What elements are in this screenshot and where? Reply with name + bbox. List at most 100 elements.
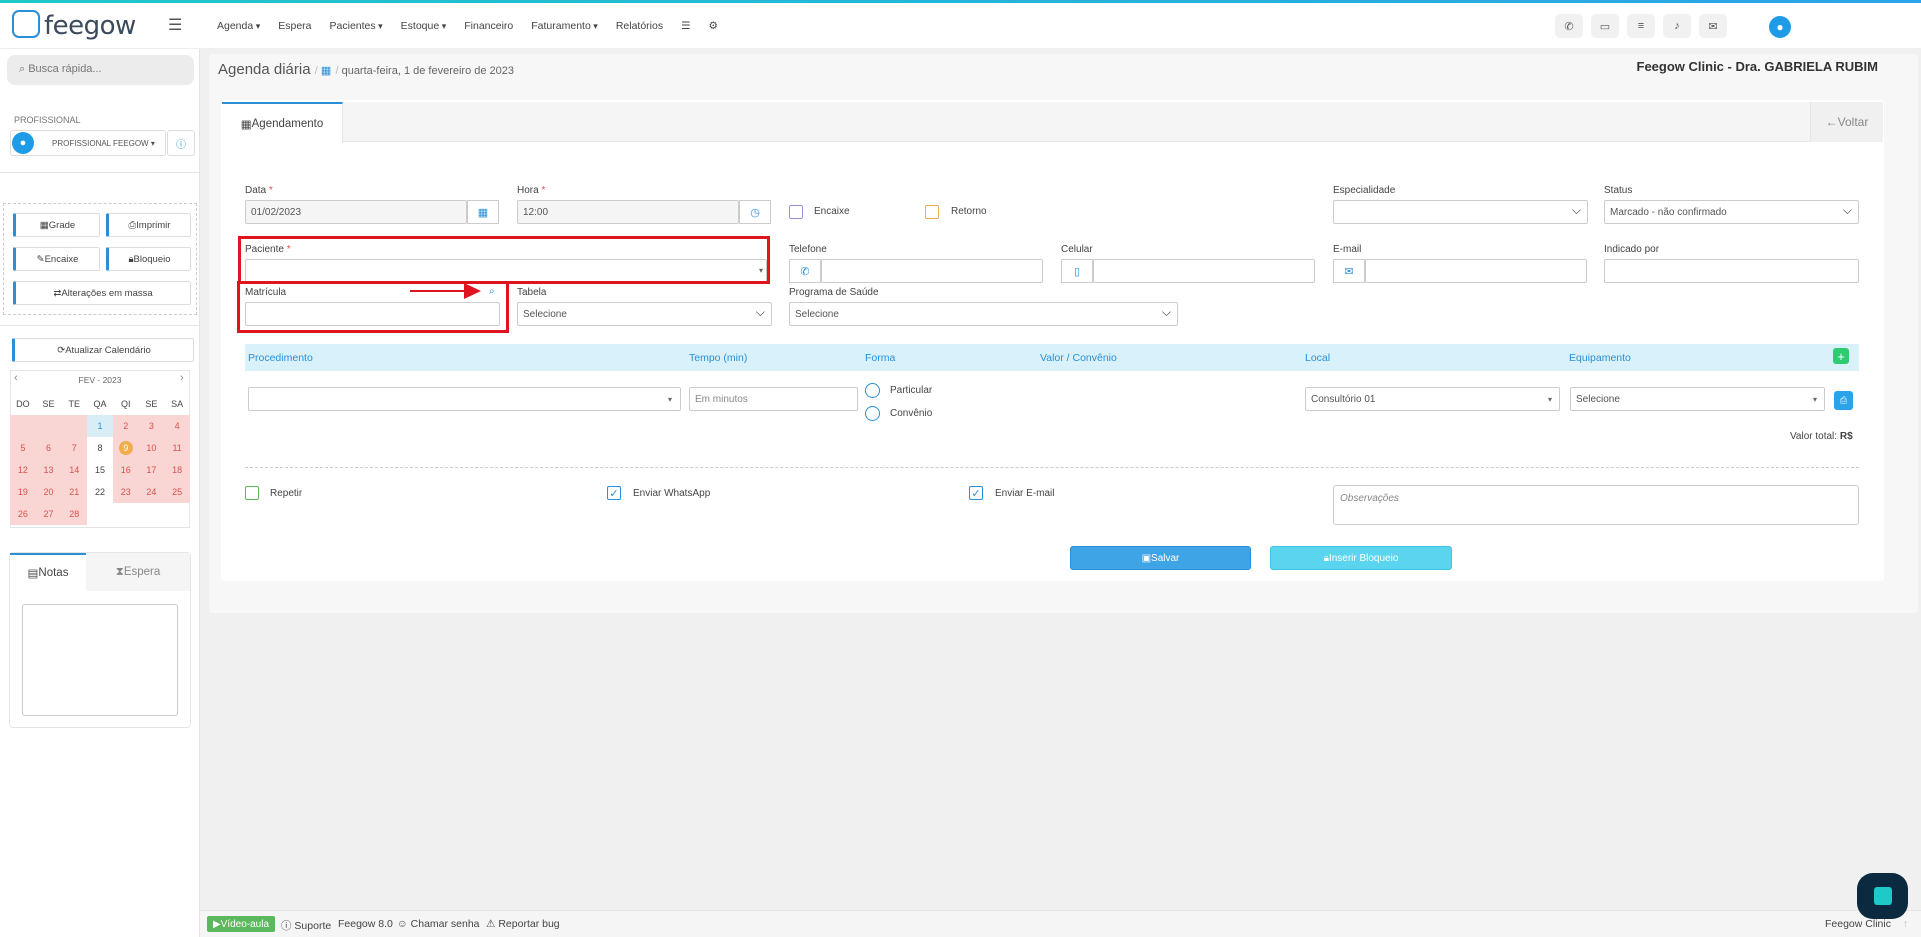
email-checkbox[interactable]: ✓	[969, 486, 983, 500]
status-select[interactable]: Marcado - não confirmado	[1604, 200, 1859, 224]
inserir-bloqueio-button[interactable]: 🔒︎ Inserir Bloqueio	[1270, 546, 1452, 570]
local-select[interactable]: Consultório 01	[1305, 387, 1560, 411]
celular-field[interactable]	[1093, 259, 1315, 283]
nav-faturamento[interactable]: Faturamento	[531, 20, 598, 32]
retorno-checkbox[interactable]	[925, 205, 939, 219]
observacoes-textarea[interactable]: Observações	[1333, 485, 1859, 525]
calendar-day[interactable]: 8	[87, 437, 113, 459]
brand-logo[interactable]: feegow	[12, 10, 136, 41]
calendar-dow: SE	[42, 399, 55, 409]
scroll-top-icon[interactable]: ↑	[1903, 918, 1908, 930]
arrow-left-icon: ←	[1825, 115, 1838, 129]
calendar-day[interactable]: 7	[61, 437, 88, 459]
bell-icon[interactable]: ♪	[1663, 14, 1691, 38]
calendar-day[interactable]: 10	[138, 437, 165, 459]
settings-icon[interactable]: ⚙	[709, 20, 718, 32]
calendar-icon[interactable]: ▦	[467, 200, 499, 224]
notes-textarea[interactable]	[22, 604, 178, 716]
convenio-radio[interactable]	[865, 406, 880, 421]
whatsapp-checkbox[interactable]: ✓	[607, 486, 621, 500]
hora-field[interactable]: 12:00	[517, 200, 739, 224]
particular-radio[interactable]	[865, 383, 880, 398]
data-field[interactable]: 01/02/2023	[245, 200, 467, 224]
nav-espera[interactable]: Espera	[278, 20, 311, 32]
alteracoes-massa-button[interactable]: ⇄ Alterações em massa	[13, 281, 191, 305]
encaixe-checkbox[interactable]	[789, 205, 803, 219]
calendar-day[interactable]: 16	[112, 459, 139, 481]
menu-toggle-icon[interactable]: ☰	[168, 15, 182, 35]
chamar-senha-link[interactable]: ☺ Chamar senha	[397, 918, 480, 930]
procedimento-select[interactable]	[248, 387, 681, 411]
chevron-down-icon: ▾	[668, 395, 673, 404]
equipamento-select[interactable]: Selecione	[1570, 387, 1825, 411]
nav-estoque[interactable]: Estoque	[401, 20, 447, 32]
reportar-bug-link[interactable]: ⚠ Reportar bug	[486, 918, 560, 930]
chat-icon[interactable]: ✉	[1699, 14, 1727, 38]
calendar-day[interactable]: 23	[112, 481, 139, 503]
calendar-day[interactable]: 6	[35, 437, 62, 459]
tabela-select[interactable]: Selecione	[517, 302, 772, 326]
calendar-day[interactable]: 3	[138, 415, 165, 437]
tempo-input[interactable]: Em minutos	[689, 387, 858, 411]
bloqueio-button[interactable]: 🔒︎ Bloqueio	[106, 247, 191, 271]
calendar-day[interactable]: 12	[10, 459, 36, 481]
salvar-button[interactable]: ▣ Salvar	[1070, 546, 1251, 570]
save-icon: ▣	[1141, 552, 1152, 564]
heartbeat-icon	[12, 10, 40, 38]
tab-espera[interactable]: ⧗ Espera	[86, 553, 190, 591]
calendar-day[interactable]: 20	[35, 481, 62, 503]
calendar-day[interactable]: 14	[61, 459, 88, 481]
calendar-day[interactable]: 27	[35, 503, 62, 525]
phone-icon[interactable]: ✆	[1555, 14, 1583, 38]
especialidade-select[interactable]	[1333, 200, 1588, 224]
suporte-link[interactable]: ⓘ Suporte	[281, 918, 331, 933]
tab-agendamento[interactable]: ▦ Agendamento	[222, 102, 343, 143]
imprimir-button[interactable]: ⎙ Imprimir	[106, 213, 191, 237]
calendar-day[interactable]: 24	[138, 481, 165, 503]
tasks-icon[interactable]: ≡	[1627, 14, 1655, 38]
info-icon[interactable]: ⓘ	[167, 130, 195, 156]
nav-agenda[interactable]: Agenda	[217, 20, 260, 32]
nav-financeiro[interactable]: Financeiro	[464, 20, 513, 32]
tab-notas[interactable]: ▤ Notas	[10, 553, 86, 591]
printer-icon[interactable]: ⎙	[1834, 391, 1853, 410]
calendar-day[interactable]: 28	[61, 503, 88, 525]
encaixe-button[interactable]: ✎ Encaixe	[13, 247, 100, 271]
email-field[interactable]	[1365, 259, 1587, 283]
calendar-day[interactable]: 22	[87, 481, 113, 503]
atualizar-calendario-button[interactable]: ⟳ Atualizar Calendário	[12, 338, 194, 362]
calendar-day[interactable]: 2	[112, 415, 139, 437]
calendar-day[interactable]: 21	[61, 481, 88, 503]
quick-search-input[interactable]: ⌕ Busca rápida...	[7, 55, 194, 85]
calendar-day[interactable]: 26	[10, 503, 36, 525]
calendar-day[interactable]: 13	[35, 459, 62, 481]
calendar-day-today[interactable]: 9	[112, 437, 139, 459]
inbox-icon[interactable]: ▭	[1591, 14, 1619, 38]
calendar-day[interactable]: 17	[138, 459, 165, 481]
calendar-day[interactable]: 11	[164, 437, 190, 459]
grade-button[interactable]: ▦ Grade	[13, 213, 100, 237]
calendar-day[interactable]: 1	[87, 415, 113, 437]
calendar-day[interactable]: 5	[10, 437, 36, 459]
programa-select[interactable]: Selecione	[789, 302, 1178, 326]
nav-relatorios[interactable]: Relatórios	[616, 20, 663, 32]
add-procedimento-button[interactable]: +	[1833, 348, 1849, 364]
voltar-button[interactable]: ← Voltar	[1810, 102, 1883, 142]
repetir-checkbox[interactable]	[245, 486, 259, 500]
status-value: Marcado - não confirmado	[1610, 207, 1727, 218]
chat-widget-button[interactable]	[1857, 873, 1908, 919]
mobile-icon: ▯	[1061, 259, 1093, 283]
clock-icon[interactable]: ◷	[739, 200, 771, 224]
calendar-day[interactable]: 19	[10, 481, 36, 503]
nav-pacientes[interactable]: Pacientes	[330, 20, 383, 32]
database-icon[interactable]: ☰	[681, 20, 690, 32]
telefone-field[interactable]	[821, 259, 1043, 283]
calendar-day[interactable]: 25	[164, 481, 190, 503]
printer-icon: ⎙	[128, 219, 137, 231]
video-aula-button[interactable]: ▶ Vídeo-aula	[207, 916, 275, 932]
user-avatar-icon[interactable]: ●	[1769, 16, 1791, 38]
calendar-day[interactable]: 4	[164, 415, 190, 437]
indicado-field[interactable]	[1604, 259, 1859, 283]
calendar-day[interactable]: 18	[164, 459, 190, 481]
calendar-day[interactable]: 15	[87, 459, 113, 481]
